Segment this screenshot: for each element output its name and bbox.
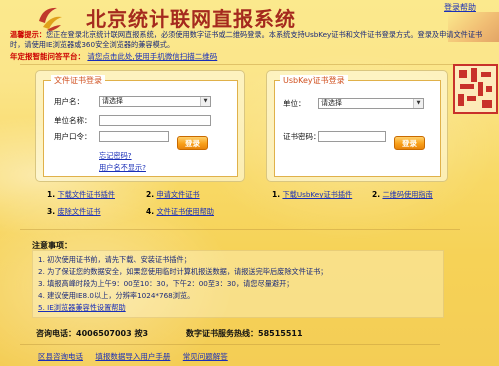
import-manual-link[interactable]: 填报数据导入用户手册 xyxy=(95,352,170,361)
wechat-qa-label: 年定报智能问答平台： xyxy=(10,52,85,61)
revoke-file-cert-link[interactable]: 废除文件证书 xyxy=(57,207,100,216)
file-cert-login-button[interactable]: 登录 xyxy=(177,136,208,150)
usbkey-panel xyxy=(274,80,441,177)
site-title: 北京统计联网直报系统 xyxy=(86,7,296,31)
footer-links: 区县咨询电话 填报数据导入用户手册 常见问题解答 xyxy=(38,351,238,362)
note-item-1: 1. 初次使用证书前，请先下载、安装证书插件； xyxy=(38,255,191,264)
file-cert-link-1: 1. 下载文件证书插件 xyxy=(47,190,115,200)
list-number: 2. xyxy=(146,190,155,199)
file-cert-link-2: 2. 申请文件证书 xyxy=(146,190,200,200)
seal-stamp-decoration xyxy=(453,64,498,114)
note-item-4: 4. 建议使用IE8.0以上，分辨率1024*768浏览。 xyxy=(38,291,195,300)
note-item-3: 3. 填报高峰时段为上午9：00至10：30，下午2：00至3：30，请您尽量避… xyxy=(38,279,294,288)
list-number: 2. xyxy=(372,190,381,199)
apply-file-cert-link[interactable]: 申请文件证书 xyxy=(156,190,199,199)
unit-name-input[interactable] xyxy=(99,115,211,126)
file-cert-link-4: 4. 文件证书使用帮助 xyxy=(146,207,214,217)
list-number: 3. xyxy=(47,207,56,216)
cert-password-input[interactable] xyxy=(318,131,386,142)
footer-divider xyxy=(20,344,440,345)
notice-text: 温馨提示：您正在登录北京统计联网直报系统，必须使用数字证书或二维码登录。本系统支… xyxy=(10,30,495,50)
usbkey-link-1: 1. 下载UsbKey证书插件 xyxy=(272,190,352,200)
cert-password-label: 证书密码： xyxy=(283,132,321,141)
chevron-down-icon: ▼ xyxy=(413,99,423,108)
usbkey-link-2: 2. 二维码使用指南 xyxy=(372,190,433,200)
password-label: 用户口令： xyxy=(54,132,92,141)
username-label: 用户名： xyxy=(54,97,84,106)
download-file-cert-plugin-link[interactable]: 下载文件证书插件 xyxy=(57,190,115,199)
download-usbkey-plugin-link[interactable]: 下载UsbKey证书插件 xyxy=(282,190,352,199)
forgot-password-link[interactable]: 忘记密码? xyxy=(99,151,132,161)
district-phone-link[interactable]: 区县咨询电话 xyxy=(38,352,83,361)
unit-select-value: 请选择 xyxy=(321,99,342,107)
file-cert-help-link[interactable]: 文件证书使用帮助 xyxy=(156,207,214,216)
password-input[interactable] xyxy=(99,131,169,142)
usbkey-panel-title: UsbKey证书登录 xyxy=(280,75,348,86)
username-select[interactable]: 请选择 ▼ xyxy=(99,96,211,107)
list-number: 4. xyxy=(146,207,155,216)
usbkey-login-button[interactable]: 登录 xyxy=(394,136,425,150)
note-item-2: 2. 为了保证您的数据安全，如果您使用临时计算机报送数据，请报送完毕后废除文件证… xyxy=(38,267,328,276)
file-cert-panel-title: 文件证书登录 xyxy=(51,75,105,86)
ie-compat-help-link[interactable]: 5. IE浏览器兼容性设置帮助 xyxy=(38,303,126,313)
notice-label: 温馨提示： xyxy=(10,30,46,39)
header-divider xyxy=(20,64,460,65)
login-help-link[interactable]: 登录帮助 xyxy=(444,2,476,13)
username-select-value: 请选择 xyxy=(102,97,123,105)
chevron-down-icon: ▼ xyxy=(200,97,210,106)
unit-select[interactable]: 请选择 ▼ xyxy=(318,98,424,109)
file-cert-link-3: 3. 废除文件证书 xyxy=(47,207,101,217)
unit-label: 单位： xyxy=(283,99,306,108)
list-number: 1. xyxy=(47,190,56,199)
faq-link[interactable]: 常见问题解答 xyxy=(183,352,228,361)
wechat-qa-line: 年定报智能问答平台： 请您点击此处,使用手机微信扫描二维码 xyxy=(10,51,217,62)
notice-body: 您正在登录北京统计联网直报系统，必须使用数字证书或二维码登录。本系统支持UsbK… xyxy=(10,30,483,49)
unit-name-label: 单位名称： xyxy=(54,116,92,125)
username-missing-link[interactable]: 用户名不显示? xyxy=(99,163,146,173)
qr-code-guide-link[interactable]: 二维码使用指南 xyxy=(382,190,432,199)
section-divider xyxy=(20,229,460,230)
emblem-logo xyxy=(35,3,65,33)
cert-service-hotline: 数字证书服务热线：58515511 xyxy=(186,329,303,338)
list-number: 1. xyxy=(272,190,281,199)
wechat-qr-link[interactable]: 请您点击此处,使用手机微信扫描二维码 xyxy=(87,52,217,61)
consult-hotline: 咨询电话：4006507003 按3 xyxy=(36,329,149,338)
